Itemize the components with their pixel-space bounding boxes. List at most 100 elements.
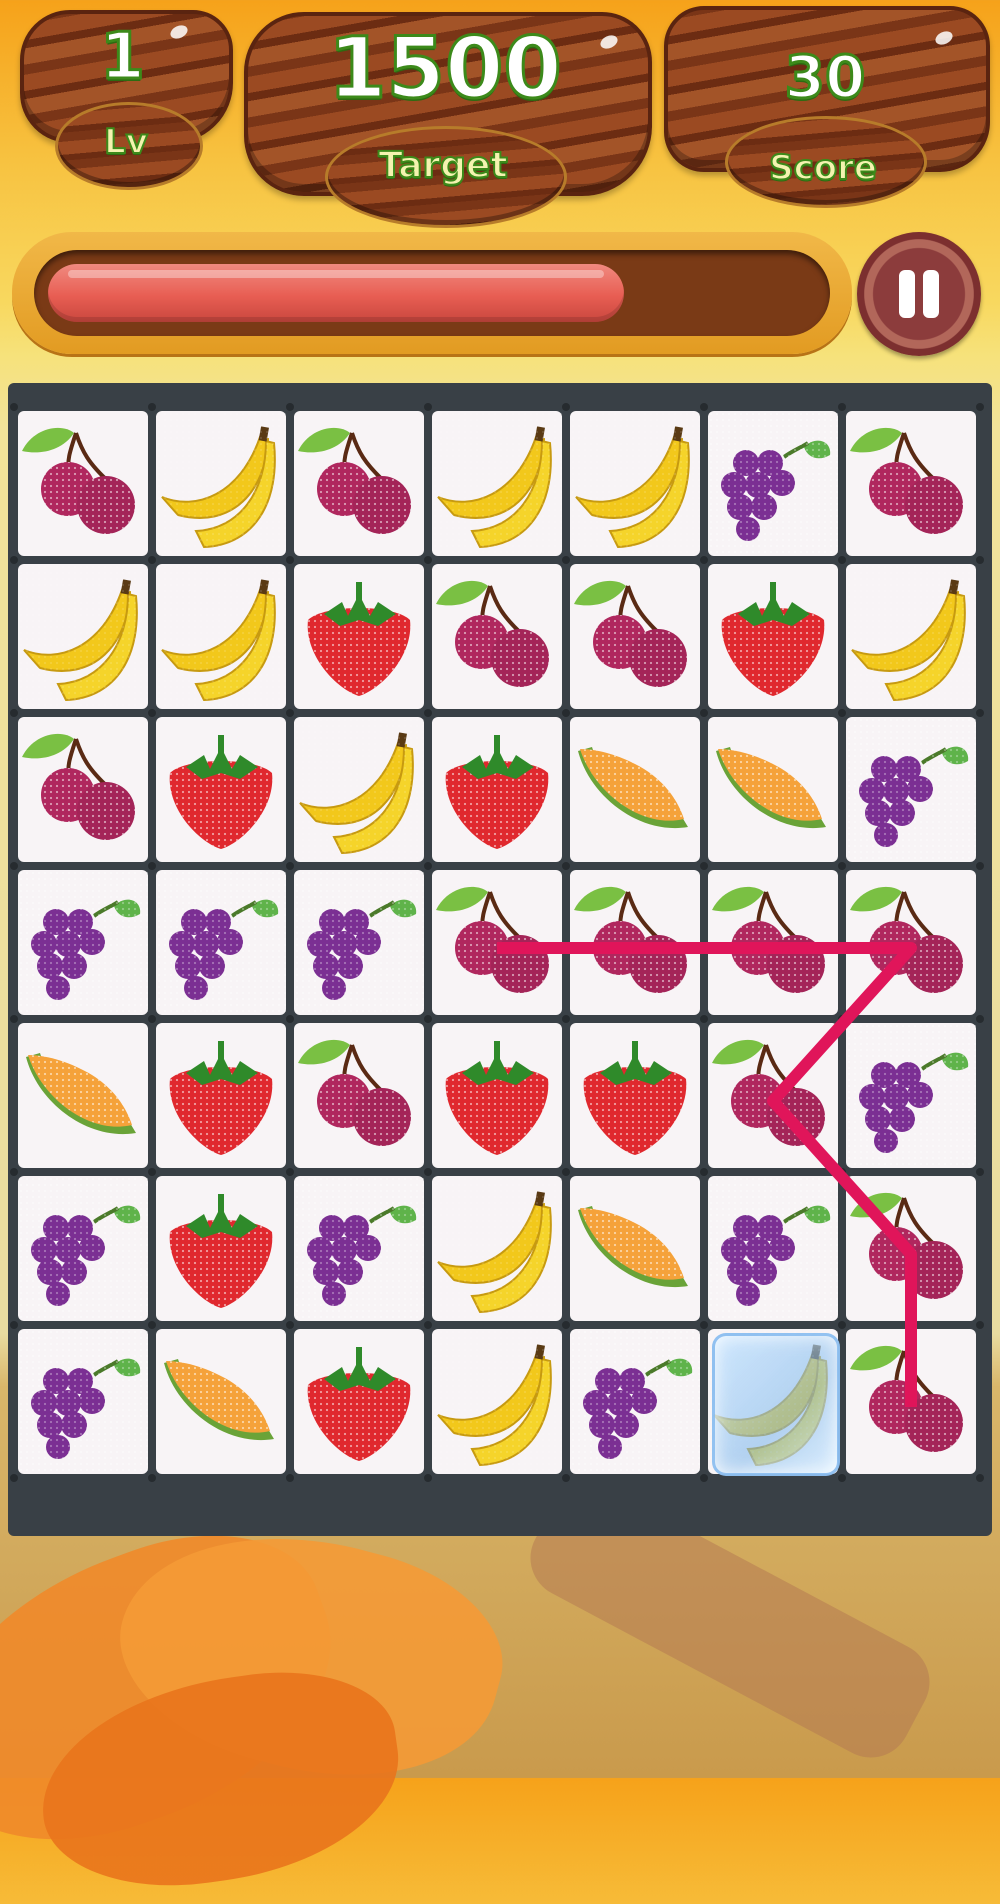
tile-grape[interactable] <box>294 1176 424 1321</box>
grid-dot <box>148 403 156 411</box>
grid-dot <box>10 862 18 870</box>
tile-grape[interactable] <box>708 1176 838 1321</box>
tile-cherry[interactable] <box>708 1023 838 1168</box>
grid-dot <box>424 556 432 564</box>
grid-dot <box>976 709 984 717</box>
grid-dot <box>838 1168 846 1176</box>
tile-cherry[interactable] <box>846 1176 976 1321</box>
tile-cherry[interactable] <box>294 1023 424 1168</box>
tile-grape[interactable] <box>156 870 286 1015</box>
level-label: Lv <box>103 121 149 163</box>
grid-dot <box>976 1474 984 1482</box>
timer-fill <box>48 264 624 322</box>
tile-melon[interactable] <box>18 1023 148 1168</box>
tile-banana[interactable] <box>432 1329 562 1474</box>
tile-cherry[interactable] <box>846 870 976 1015</box>
tile-melon[interactable] <box>708 717 838 862</box>
grid-dot <box>562 1168 570 1176</box>
tile-melon[interactable] <box>570 1176 700 1321</box>
grid-dot <box>700 1015 708 1023</box>
grid-dot <box>424 1015 432 1023</box>
tile-banana[interactable] <box>432 1176 562 1321</box>
grid-dot <box>562 1321 570 1329</box>
tile-grape[interactable] <box>846 1023 976 1168</box>
tile-cherry[interactable] <box>432 870 562 1015</box>
tile-melon[interactable] <box>570 717 700 862</box>
grid-dot <box>148 862 156 870</box>
grid-dot <box>976 403 984 411</box>
tile-grape[interactable] <box>18 1176 148 1321</box>
tile-strawberry[interactable] <box>432 1023 562 1168</box>
tile-grape[interactable] <box>708 411 838 556</box>
tile-grape[interactable] <box>18 870 148 1015</box>
grid-dot <box>700 556 708 564</box>
grid-dot <box>838 862 846 870</box>
tile-cherry[interactable] <box>18 411 148 556</box>
grid-dot <box>10 1015 18 1023</box>
tile-melon[interactable] <box>156 1329 286 1474</box>
grid-dot <box>976 1321 984 1329</box>
tile-strawberry[interactable] <box>156 1023 286 1168</box>
level-value: 1 <box>99 20 147 94</box>
tile-strawberry[interactable] <box>570 1023 700 1168</box>
grid-dot <box>286 1321 294 1329</box>
timer-track <box>34 250 830 336</box>
tile-banana[interactable] <box>156 564 286 709</box>
grid-dot <box>148 1321 156 1329</box>
tile-strawberry[interactable] <box>432 717 562 862</box>
grid-dot <box>424 403 432 411</box>
tile-grape[interactable] <box>18 1329 148 1474</box>
tile-banana[interactable] <box>294 717 424 862</box>
grid-dot <box>562 709 570 717</box>
grid-dot <box>148 1474 156 1482</box>
score-label: Score <box>768 147 878 189</box>
tile-cherry[interactable] <box>18 717 148 862</box>
grid-dot <box>562 403 570 411</box>
grid-dot <box>838 403 846 411</box>
tile-cherry[interactable] <box>570 870 700 1015</box>
grid-dot <box>700 1168 708 1176</box>
tile-cherry[interactable] <box>846 411 976 556</box>
tile-cherry[interactable] <box>708 870 838 1015</box>
tile-banana[interactable] <box>432 411 562 556</box>
tile-strawberry[interactable] <box>156 717 286 862</box>
grid-dot <box>562 556 570 564</box>
grid-dot <box>838 1321 846 1329</box>
tile-grape[interactable] <box>294 870 424 1015</box>
tile-banana[interactable] <box>18 564 148 709</box>
tile-grape[interactable] <box>570 1329 700 1474</box>
tile-banana[interactable] <box>570 411 700 556</box>
tile-grape[interactable] <box>846 717 976 862</box>
tile-strawberry[interactable] <box>294 1329 424 1474</box>
tile-cherry[interactable] <box>294 411 424 556</box>
grid-dot <box>10 556 18 564</box>
grid-dot <box>10 1321 18 1329</box>
grid-dot <box>700 1474 708 1482</box>
grid-dot <box>562 1015 570 1023</box>
tile-cherry[interactable] <box>432 564 562 709</box>
grid-dot <box>10 403 18 411</box>
tile-strawberry[interactable] <box>708 564 838 709</box>
grid-dot <box>10 709 18 717</box>
grid-dot <box>838 1015 846 1023</box>
grid-dot <box>10 1168 18 1176</box>
tile-cherry[interactable] <box>570 564 700 709</box>
tile-banana[interactable] <box>156 411 286 556</box>
grid-dot <box>562 862 570 870</box>
tile-strawberry[interactable] <box>156 1176 286 1321</box>
grid-dot <box>424 1321 432 1329</box>
tile-strawberry[interactable] <box>294 564 424 709</box>
pause-button[interactable] <box>857 232 981 356</box>
grid-dot <box>286 1474 294 1482</box>
tile-cherry[interactable] <box>846 1329 976 1474</box>
grid-dot <box>424 1168 432 1176</box>
game-board <box>8 383 992 1536</box>
grid-dot <box>700 709 708 717</box>
tile-banana[interactable] <box>846 564 976 709</box>
grid-dot <box>10 1474 18 1482</box>
tile-banana[interactable] <box>708 1329 840 1476</box>
target-label: Target <box>377 144 508 187</box>
grid-dot <box>148 1168 156 1176</box>
grid-dot <box>286 709 294 717</box>
grid-dot <box>700 862 708 870</box>
